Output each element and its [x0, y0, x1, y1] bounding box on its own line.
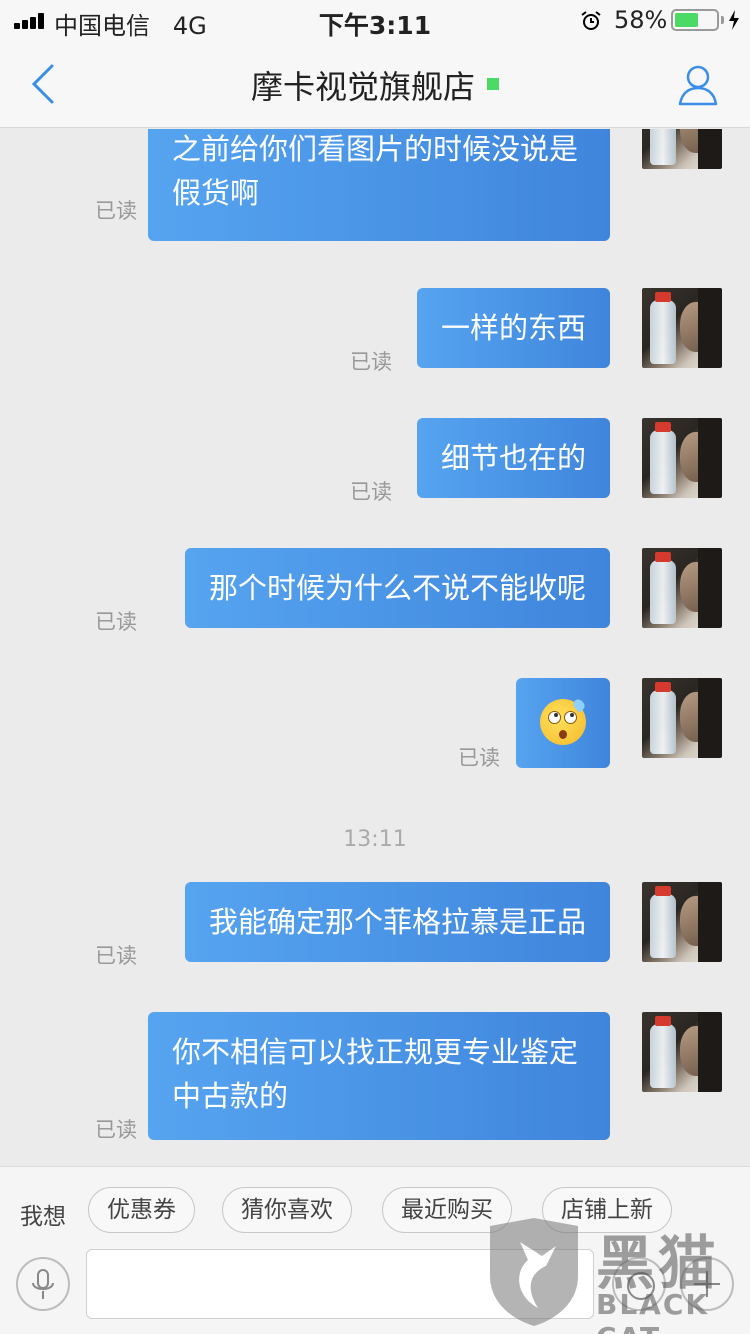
online-status-dot — [487, 78, 499, 90]
message-bubble[interactable]: 你不相信可以找正规更专业鉴定中古款的 — [148, 1012, 610, 1140]
chip-recommend[interactable]: 猜你喜欢 — [222, 1187, 352, 1233]
shop-title[interactable]: 摩卡视觉旗舰店 — [251, 68, 475, 106]
chat-message-list[interactable]: 之前给你们看图片的时候没说是假货啊 已读 一样的东西 已读 细节也在的 已读 那… — [0, 129, 750, 1166]
read-status: 已读 — [95, 944, 137, 968]
status-bar: 中国电信 4G 下午3:11 58% — [0, 0, 750, 40]
message-bubble[interactable]: 我能确定那个菲格拉慕是正品 — [184, 882, 610, 962]
user-avatar[interactable] — [642, 418, 722, 498]
chat-header: 摩卡视觉旗舰店 — [0, 40, 750, 128]
emoji-message-bubble[interactable] — [516, 678, 610, 768]
message-bubble[interactable]: 细节也在的 — [416, 418, 610, 498]
read-status: 已读 — [458, 746, 500, 770]
cat-shield-logo-icon — [490, 1218, 578, 1326]
voice-input-button[interactable] — [16, 1257, 70, 1311]
user-avatar[interactable] — [642, 678, 722, 758]
profile-icon[interactable] — [676, 62, 720, 106]
message-bubble[interactable]: 一样的东西 — [416, 288, 610, 368]
user-avatar[interactable] — [642, 129, 722, 169]
read-status: 已读 — [95, 1118, 137, 1142]
battery-percent: 58% — [614, 6, 668, 34]
read-status: 已读 — [350, 350, 392, 374]
user-avatar[interactable] — [642, 882, 722, 962]
alarm-icon — [581, 11, 601, 30]
user-avatar[interactable] — [642, 288, 722, 368]
battery-icon — [671, 9, 719, 31]
watermark-en: BLACK CAT — [596, 1288, 710, 1334]
black-cat-watermark: 黑猫 BLACK CAT — [478, 1212, 750, 1334]
user-avatar[interactable] — [642, 548, 722, 628]
rolling-eyes-emoji-icon — [540, 697, 587, 745]
message-bubble[interactable]: 那个时候为什么不说不能收呢 — [184, 548, 610, 628]
battery-tip — [721, 16, 724, 24]
quick-reply-label: 我想 — [20, 1204, 66, 1230]
title-wrap: 摩卡视觉旗舰店 — [0, 62, 750, 108]
read-status: 已读 — [350, 480, 392, 504]
charging-bolt-icon — [729, 10, 739, 30]
battery-level-fill — [675, 13, 698, 27]
chip-coupon[interactable]: 优惠券 — [88, 1187, 195, 1233]
read-status: 已读 — [95, 199, 137, 223]
user-avatar[interactable] — [642, 1012, 722, 1092]
chat-timestamp: 13:11 — [343, 827, 407, 852]
message-bubble[interactable]: 之前给你们看图片的时候没说是假货啊 — [148, 129, 610, 241]
read-status: 已读 — [95, 610, 137, 634]
microphone-icon — [32, 1269, 54, 1299]
